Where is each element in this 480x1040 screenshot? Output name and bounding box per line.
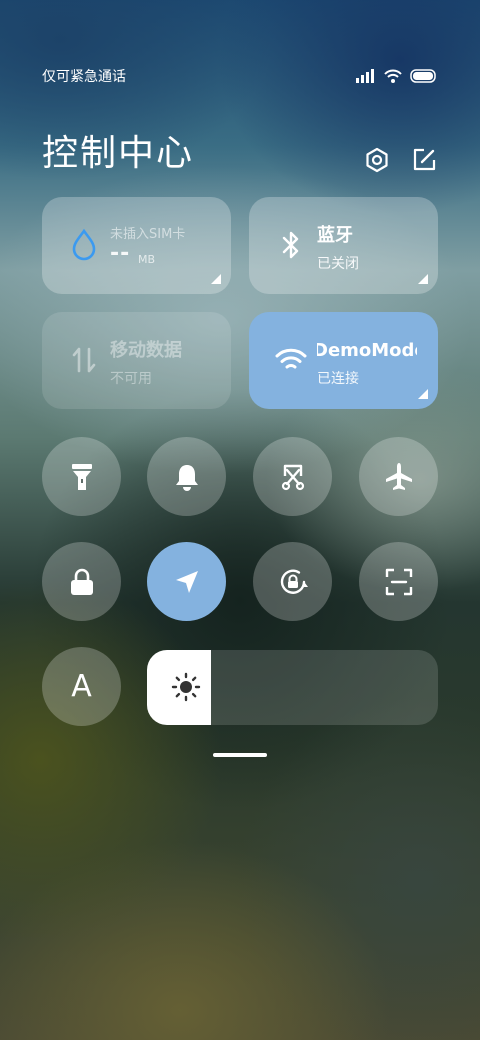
location-icon: [175, 570, 198, 593]
status-icons: [356, 69, 438, 83]
signal-icon: [356, 69, 374, 83]
data-arrows-icon: [66, 342, 102, 378]
bluetooth-tile[interactable]: 蓝牙 已关闭: [249, 197, 438, 294]
airplane-mode-toggle[interactable]: [359, 437, 438, 516]
font-size-label: A: [71, 669, 92, 704]
rotation-lock-toggle[interactable]: [253, 542, 332, 621]
lock-screen-toggle[interactable]: [42, 542, 121, 621]
screenshot-toggle[interactable]: [253, 437, 332, 516]
water-drop-icon: [66, 227, 102, 263]
wifi-network-name: DemoMode: [317, 340, 417, 361]
scan-icon: [385, 568, 412, 595]
battery-icon: [410, 69, 436, 83]
data-usage-unit: MB: [138, 253, 156, 266]
screenshot-icon: [281, 464, 304, 490]
settings-icon[interactable]: [363, 146, 391, 174]
expand-corner-icon: [211, 274, 221, 284]
flashlight-toggle[interactable]: [42, 437, 121, 516]
lock-icon: [70, 568, 93, 595]
data-usage-value: --: [110, 241, 131, 266]
wifi-status: 已连接: [317, 371, 359, 387]
edit-icon[interactable]: [410, 146, 438, 174]
status-bar: 仅可紧急通话: [42, 64, 438, 88]
mobile-data-tile[interactable]: 移动数据 不可用: [42, 312, 231, 409]
page-title: 控制中心: [42, 133, 195, 174]
bluetooth-status: 已关闭: [317, 256, 359, 272]
airplane-icon: [385, 462, 412, 490]
data-usage-tile[interactable]: 未插入SIM卡 -- MB: [42, 197, 231, 294]
expand-corner-icon: [418, 274, 428, 284]
bell-icon: [175, 464, 198, 491]
expand-corner-icon: [418, 389, 428, 399]
flashlight-icon: [71, 463, 92, 490]
sun-icon: [171, 672, 201, 702]
wifi-icon: [273, 342, 309, 378]
location-toggle[interactable]: [147, 542, 226, 621]
carrier-text: 仅可紧急通话: [42, 69, 126, 85]
scanner-toggle[interactable]: [359, 542, 438, 621]
ring-mode-toggle[interactable]: [147, 437, 226, 516]
wifi-tile[interactable]: DemoMode 已连接: [249, 312, 438, 409]
brightness-slider[interactable]: [147, 650, 438, 725]
rotation-lock-icon: [280, 569, 308, 594]
mobile-data-status: 不可用: [110, 371, 152, 387]
close-handle[interactable]: [213, 753, 267, 757]
wifi-icon: [384, 69, 402, 83]
sim-status-label: 未插入SIM卡: [110, 227, 186, 242]
font-size-toggle[interactable]: A: [42, 647, 121, 726]
bluetooth-label: 蓝牙: [317, 225, 353, 246]
bluetooth-icon: [273, 227, 309, 263]
mobile-data-label: 移动数据: [110, 340, 182, 361]
